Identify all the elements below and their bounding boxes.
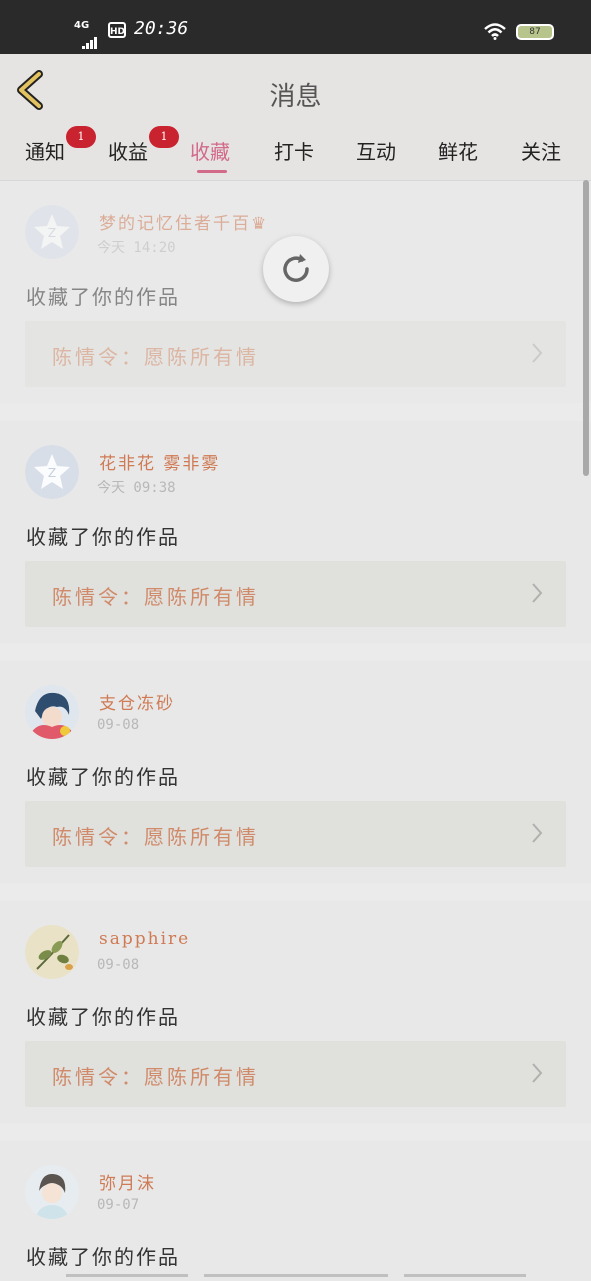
- timestamp: 今天 09:38: [97, 480, 176, 496]
- status-bar: 4G HD 20:36 87: [0, 0, 591, 54]
- action-text: 收藏了你的作品: [26, 1005, 180, 1029]
- username[interactable]: 花非花 雾非雾: [99, 449, 220, 474]
- work-title: 陈情令：愿陈所有情: [52, 345, 259, 369]
- action-text: 收藏了你的作品: [26, 525, 180, 549]
- chevron-right-icon: [530, 821, 544, 849]
- hd-icon: HD: [108, 22, 126, 38]
- list-item: 弥月沫 09-07 收藏了你的作品: [0, 1141, 591, 1281]
- action-text: 收藏了你的作品: [26, 1245, 180, 1269]
- chevron-right-icon: [530, 581, 544, 609]
- tab-interaction[interactable]: 互动: [356, 136, 396, 165]
- tab-following[interactable]: 关注: [521, 136, 561, 165]
- tab-earnings[interactable]: 收益 1: [108, 126, 179, 165]
- work-link[interactable]: 陈情令：愿陈所有情: [25, 321, 566, 387]
- list-item: 支仓冻砂 09-08 收藏了你的作品 陈情令：愿陈所有情: [0, 661, 591, 883]
- tab-favorites[interactable]: 收藏: [190, 136, 230, 165]
- earnings-badge: 1: [149, 126, 179, 148]
- timestamp: 09-07: [97, 1197, 140, 1213]
- username[interactable]: 梦的记忆住者千百♛: [99, 209, 268, 234]
- avatar[interactable]: Z: [25, 205, 79, 259]
- tab-label: 关注: [521, 140, 561, 164]
- timestamp: 09-08: [97, 717, 140, 733]
- work-title: 陈情令：愿陈所有情: [52, 585, 259, 609]
- tab-flowers[interactable]: 鲜花: [438, 136, 478, 165]
- svg-text:Z: Z: [48, 226, 56, 240]
- action-text: 收藏了你的作品: [26, 765, 180, 789]
- refresh-button[interactable]: [263, 236, 329, 302]
- tab-label: 收益: [108, 140, 148, 164]
- notification-badge: 1: [66, 126, 96, 148]
- tab-checkin[interactable]: 打卡: [274, 136, 314, 165]
- tab-label: 收藏: [190, 140, 230, 164]
- avatar[interactable]: [25, 925, 79, 979]
- username[interactable]: sapphire: [99, 929, 190, 949]
- tab-notifications[interactable]: 通知 1: [25, 126, 96, 165]
- bottom-divider: [66, 1274, 526, 1277]
- top-bar: 消息: [0, 54, 591, 126]
- refresh-icon: [283, 254, 309, 282]
- username[interactable]: 支仓冻砂: [99, 689, 175, 714]
- action-text: 收藏了你的作品: [26, 285, 180, 309]
- tab-label: 通知: [25, 140, 65, 164]
- tab-bar: 通知 1 收益 1 收藏 打卡 互动 鲜花 关注: [0, 126, 591, 181]
- work-link[interactable]: 陈情令：愿陈所有情: [25, 801, 566, 867]
- avatar[interactable]: [25, 1165, 79, 1219]
- chevron-right-icon: [530, 341, 544, 369]
- work-link[interactable]: 陈情令：愿陈所有情: [25, 561, 566, 627]
- avatar[interactable]: [25, 685, 79, 739]
- chevron-right-icon: [530, 1061, 544, 1089]
- work-link[interactable]: 陈情令：愿陈所有情: [25, 1041, 566, 1107]
- timestamp: 今天 14:20: [97, 240, 176, 256]
- timestamp: 09-08: [97, 957, 140, 973]
- work-title: 陈情令：愿陈所有情: [52, 825, 259, 849]
- tab-label: 打卡: [274, 140, 314, 164]
- work-title: 陈情令：愿陈所有情: [52, 1065, 259, 1089]
- tab-label: 互动: [356, 140, 396, 164]
- avatar[interactable]: Z: [25, 445, 79, 499]
- list-item: sapphire 09-08 收藏了你的作品 陈情令：愿陈所有情: [0, 901, 591, 1123]
- list-item: Z 花非花 雾非雾 今天 09:38 收藏了你的作品 陈情令：愿陈所有情: [0, 421, 591, 643]
- clock: 20:36: [134, 18, 189, 39]
- page-title: 消息: [269, 82, 322, 112]
- wifi-icon: [483, 22, 507, 44]
- scrollbar[interactable]: [583, 180, 589, 476]
- active-tab-indicator: [197, 170, 227, 173]
- svg-text:Z: Z: [48, 466, 56, 480]
- battery-icon: 87: [516, 24, 554, 40]
- signal-icon: [82, 30, 98, 49]
- tab-label: 鲜花: [438, 140, 478, 164]
- username[interactable]: 弥月沫: [99, 1169, 156, 1194]
